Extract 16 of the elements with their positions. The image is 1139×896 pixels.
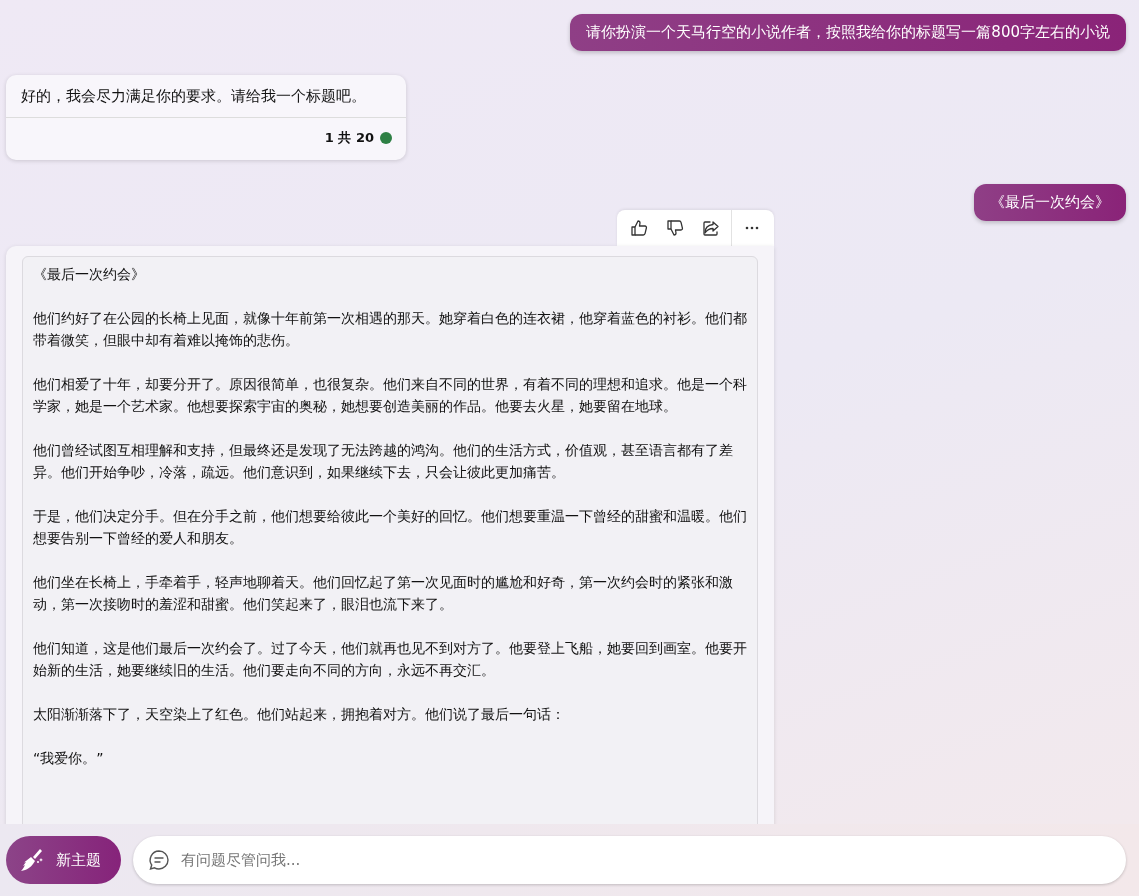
story-paragraph: 他们知道，这是他们最后一次约会了。过了今天，他们就再也见不到对方了。他要登上飞船，她要回到画室。他要开始新的生活，她要继续旧的生活。他们要走向不同的方向，永远不再交汇。 bbox=[33, 639, 747, 680]
story-paragraph: 太阳渐渐落下了，天空染上了红色。他们站起来，拥抱着对方。他们说了最后一句话： bbox=[33, 705, 566, 724]
new-topic-button[interactable]: 新主题 bbox=[6, 836, 121, 884]
user-message: 请你扮演一个天马行空的小说作者，按照我给你的标题写一篇800字左右的小说 bbox=[570, 14, 1126, 51]
message-counter: 1 共 20 bbox=[324, 129, 374, 147]
bot-message-text: 好的，我会尽力满足你的要求。请给我一个标题吧。 bbox=[6, 75, 406, 118]
story-paragraph: 他们约好了在公园的长椅上见面，就像十年前第一次相遇的那天。她穿着白色的连衣裙，他穿着蓝色的衬衫。他们都带着微笑，但眼中却有着难以掩饰的悲伤。 bbox=[33, 309, 747, 350]
story-paragraph: 他们曾经试图互相理解和支持，但最终还是发现了无法跨越的鸿沟。他们的生活方式，价值观，甚至语言都有了差异。他们开始争吵，冷落，疏远。他们意识到，如果继续下去，只会让彼此更加痛苦。 bbox=[33, 441, 734, 482]
story-paragraph: 他们相爱了十年，却要分开了。原因很简单，也很复杂。他们来自不同的世界，有着不同的理想和追求。他是一个科学家，她是一个艺术家。他想要探索宇宙的奥秘，她想要创造美丽的作品。他要去火星，她要留在地球。 bbox=[33, 375, 747, 416]
story-paragraph: 于是，他们决定分手。但在分手之前，他们想要给彼此一个美好的回忆。他们想要重温一下曾经的甜蜜和温暖。他们想要告别一下曾经的爱人和朋友。 bbox=[33, 507, 747, 548]
user-message: 《最后一次约会》 bbox=[974, 184, 1126, 221]
chat-input-field[interactable]: 有问题尽管问我... bbox=[133, 836, 1126, 884]
story-paragraph: 他们坐在长椅上，手牵着手，轻声地聊着天。他们回忆起了第一次见面时的尴尬和好奇，第一次约会时的紧张和激动，第一次接吻时的羞涩和甜蜜。他们笑起来了，眼泪也流下来了。 bbox=[33, 573, 734, 614]
status-dot-icon bbox=[380, 132, 392, 144]
story-paragraph: “我爱你。” bbox=[33, 749, 105, 768]
story-paragraph: 《最后一次约会》 bbox=[33, 265, 146, 284]
